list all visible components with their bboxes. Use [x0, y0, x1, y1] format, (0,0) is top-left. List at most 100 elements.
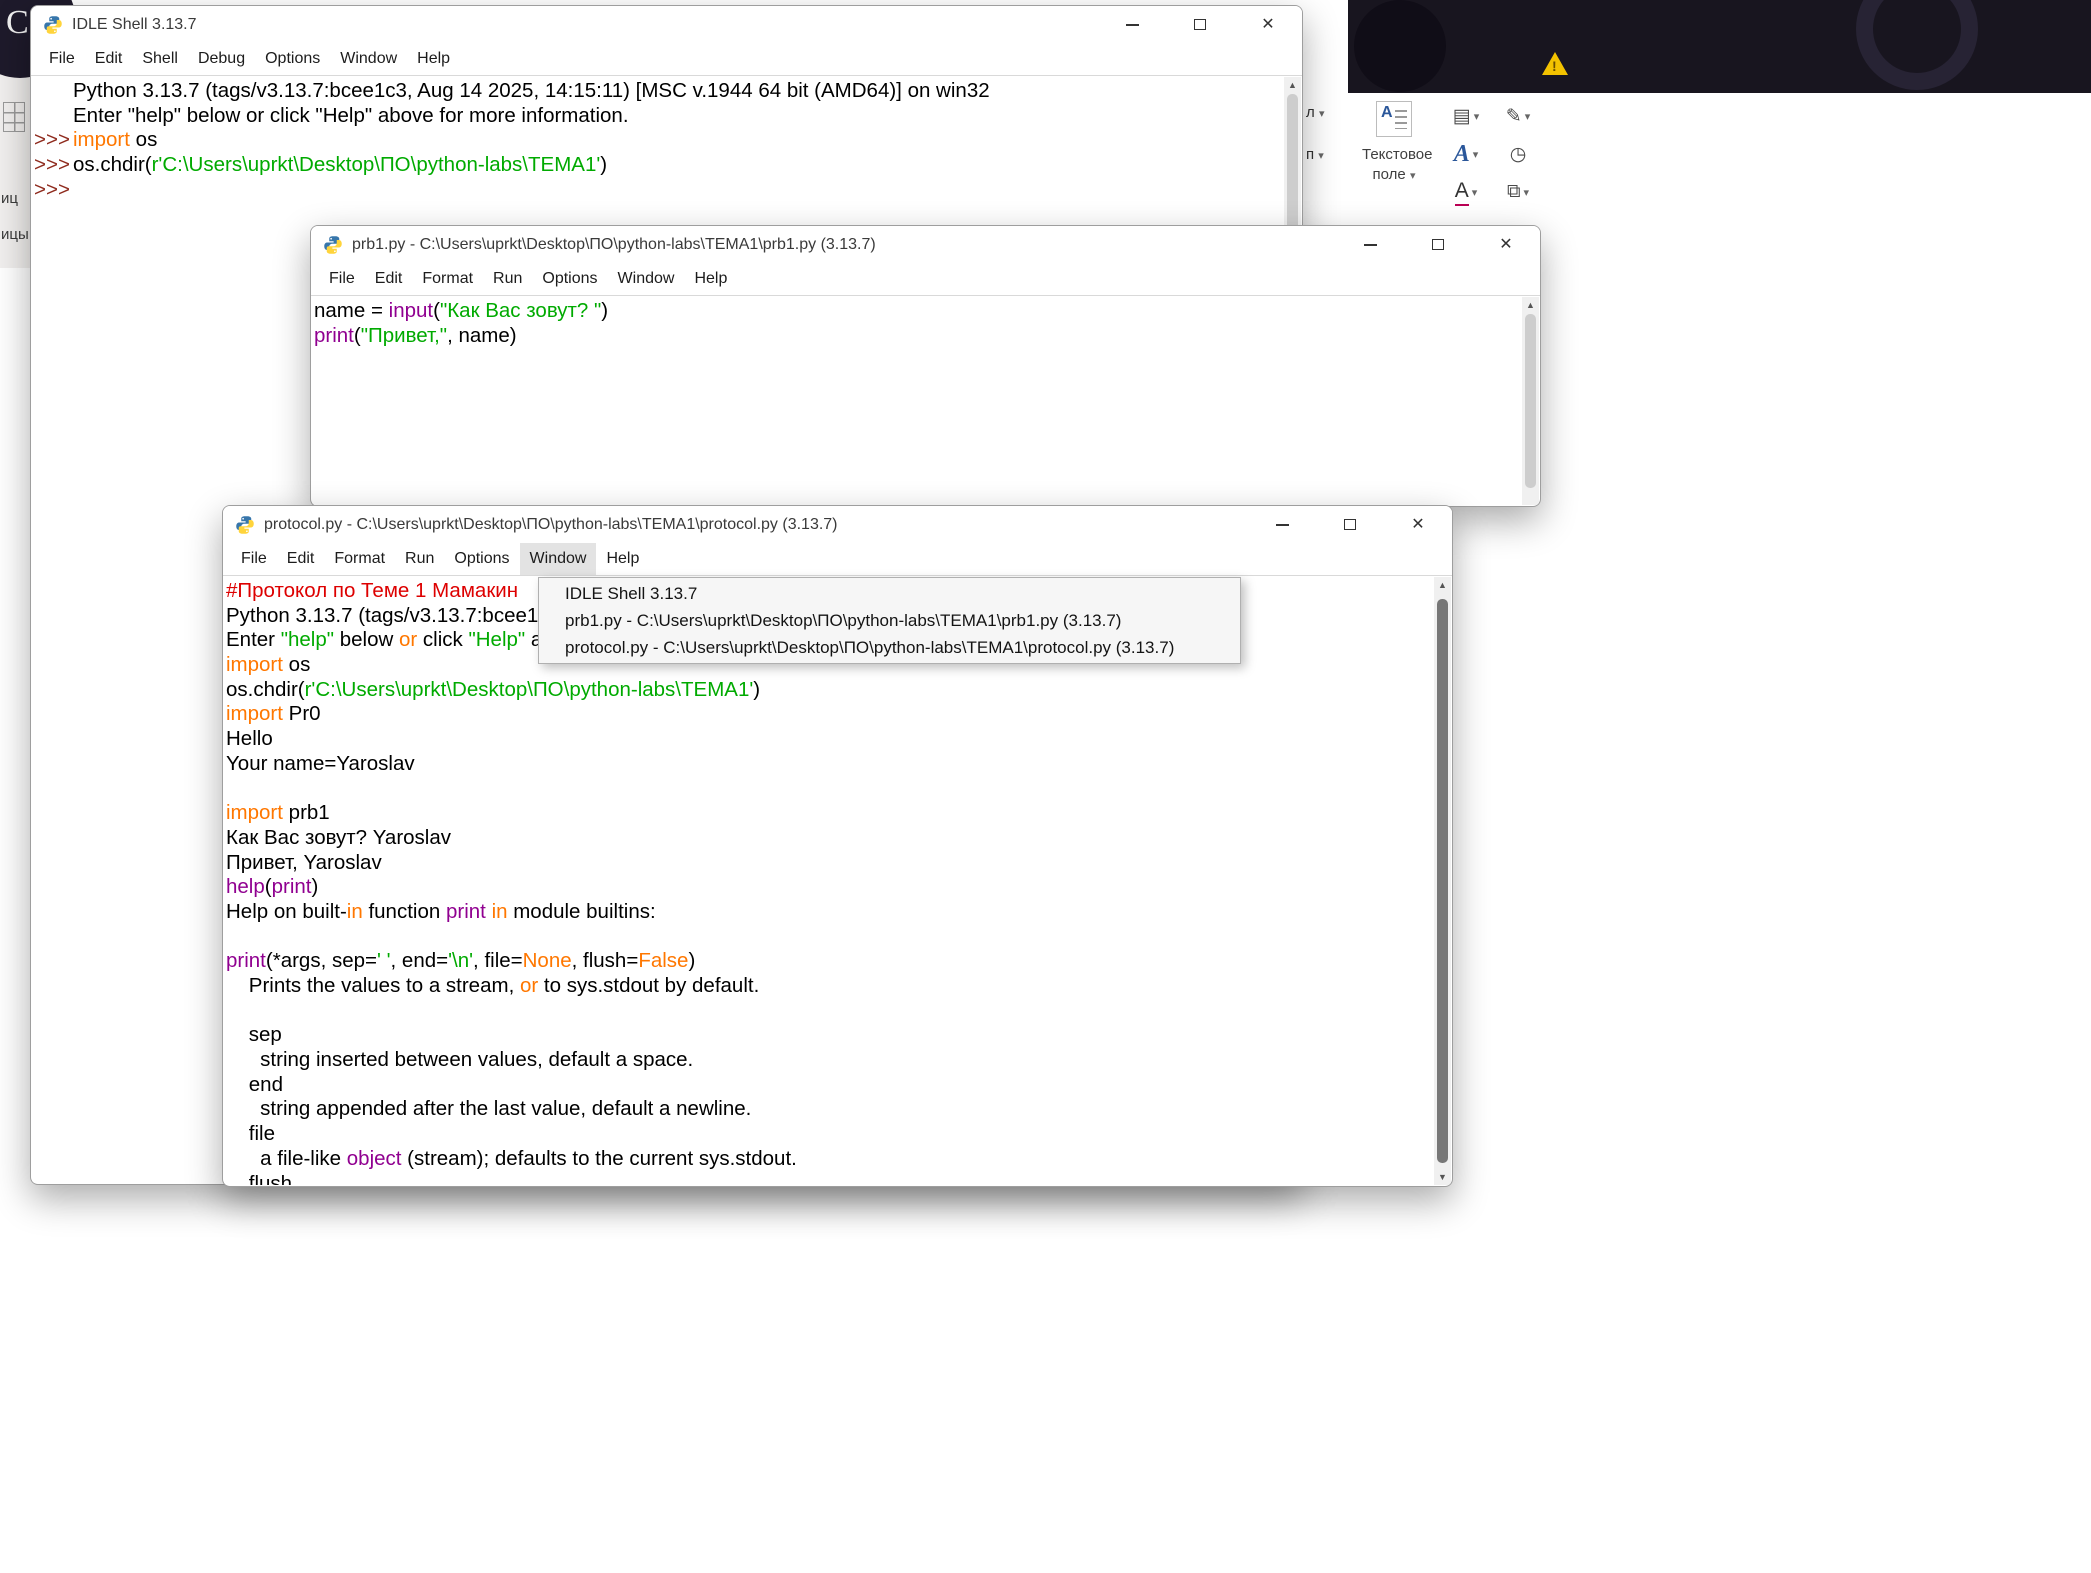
menu-edit[interactable]: Edit — [277, 543, 325, 575]
chevron-down-icon: ▾ — [1472, 186, 1478, 199]
maximize-icon — [1432, 239, 1444, 250]
shell-titlebar[interactable]: IDLE Shell 3.13.7 ✕ — [31, 6, 1302, 43]
close-icon: ✕ — [1261, 17, 1274, 33]
menu-options[interactable]: Options — [444, 543, 519, 575]
maximize-icon — [1344, 519, 1356, 530]
menu-format[interactable]: Format — [324, 543, 395, 575]
wordart-button[interactable]: A ▾ — [1440, 135, 1492, 173]
menu-help[interactable]: Help — [596, 543, 649, 575]
chevron-down-icon: ▾ — [1318, 150, 1324, 162]
menu-format[interactable]: Format — [412, 263, 483, 295]
minimize-icon — [1364, 244, 1377, 246]
menu-shell[interactable]: Shell — [132, 43, 188, 75]
chevron-down-icon: ▾ — [1473, 148, 1479, 161]
protocol-titlebar[interactable]: protocol.py - C:\Users\uprkt\Desktop\ПО\… — [223, 506, 1452, 543]
code-line: end — [224, 1073, 1434, 1098]
shell-prompt: >>> — [34, 153, 70, 178]
menu-edit[interactable]: Edit — [365, 263, 413, 295]
scroll-up-arrow[interactable]: ▲ — [1284, 77, 1301, 93]
drop-cap-button[interactable]: А ▾ — [1440, 173, 1492, 211]
close-button[interactable]: ✕ — [1384, 506, 1452, 543]
code-line — [224, 999, 1434, 1024]
minimize-button[interactable] — [1336, 226, 1404, 263]
chevron-down-icon: ▾ — [1319, 108, 1325, 120]
maximize-button[interactable] — [1404, 226, 1472, 263]
window-menu-dropdown: IDLE Shell 3.13.7prb1.py - C:\Users\uprk… — [538, 577, 1241, 664]
code-line: Как Вас зовут? Yaroslav — [224, 826, 1434, 851]
python-icon — [235, 515, 255, 535]
code-line: print("Привет,", name) — [312, 324, 1522, 349]
window-title: IDLE Shell 3.13.7 — [72, 16, 197, 34]
prb1-menubar: FileEditFormatRunOptionsWindowHelp — [311, 263, 1540, 296]
window-menu-item[interactable]: protocol.py - C:\Users\uprkt\Desktop\ПО\… — [539, 634, 1240, 661]
menu-run[interactable]: Run — [483, 263, 532, 295]
close-icon: ✕ — [1411, 517, 1424, 533]
app-logo-letter: C — [6, 4, 29, 42]
maximize-button[interactable] — [1166, 6, 1234, 43]
prb1-text-area[interactable]: name = input("Как Вас зовут? ")print("Пр… — [312, 297, 1522, 505]
cut-ribbon-label: л ▾ — [1306, 104, 1324, 121]
window-menu-item[interactable]: IDLE Shell 3.13.7 — [539, 580, 1240, 607]
menu-debug[interactable]: Debug — [188, 43, 255, 75]
menu-run[interactable]: Run — [395, 543, 444, 575]
menu-options[interactable]: Options — [255, 43, 330, 75]
text-box-button[interactable]: А Текстовое поле ▾ — [1362, 101, 1426, 186]
code-line: a file-like object (stream); defaults to… — [224, 1147, 1434, 1172]
menu-file[interactable]: File — [319, 263, 365, 295]
quick-parts-icon: ▤ — [1453, 105, 1471, 128]
chevron-down-icon: ▾ — [1410, 170, 1416, 182]
code-line: string inserted between values, default … — [224, 1048, 1434, 1073]
clock-icon: ◷ — [1510, 143, 1527, 166]
object-button[interactable]: ⧉ ▾ — [1492, 173, 1544, 211]
code-line: flush — [224, 1172, 1434, 1186]
window-menu-item[interactable]: prb1.py - C:\Users\uprkt\Desktop\ПО\pyth… — [539, 607, 1240, 634]
shell-prompt: >>> — [34, 178, 70, 203]
shell-prompt: >>> — [34, 128, 70, 153]
minimize-button[interactable] — [1248, 506, 1316, 543]
signature-line-button[interactable]: ✎ ▾ — [1492, 97, 1544, 135]
code-line: os.chdir(r'C:\Users\uprkt\Desktop\ПО\pyt… — [224, 678, 1434, 703]
menu-window[interactable]: Window — [520, 543, 597, 575]
code-line: help(print) — [224, 875, 1434, 900]
scroll-up-arrow[interactable]: ▲ — [1434, 577, 1451, 593]
object-icon: ⧉ — [1507, 181, 1521, 203]
text-box-label: Текстовое поле ▾ — [1362, 145, 1426, 186]
menu-file[interactable]: File — [231, 543, 277, 575]
code-line — [224, 925, 1434, 950]
prb1-titlebar[interactable]: prb1.py - C:\Users\uprkt\Desktop\ПО\pyth… — [311, 226, 1540, 263]
menu-help[interactable]: Help — [684, 263, 737, 295]
quick-parts-button[interactable]: ▤ ▾ — [1440, 97, 1492, 135]
maximize-button[interactable] — [1316, 506, 1384, 543]
scrollbar-thumb[interactable] — [1437, 599, 1448, 1163]
window-title: protocol.py - C:\Users\uprkt\Desktop\ПО\… — [264, 516, 838, 534]
signature-pen-icon: ✎ — [1506, 105, 1522, 128]
python-icon — [43, 15, 63, 35]
warning-icon: ! — [1542, 52, 1568, 75]
code-line: Help on built-in function print in modul… — [224, 900, 1434, 925]
prb1-scrollbar[interactable]: ▲ — [1522, 297, 1539, 505]
menu-file[interactable]: File — [39, 43, 85, 75]
wordart-icon: A — [1454, 141, 1470, 168]
protocol-scrollbar[interactable]: ▲ ▼ — [1434, 577, 1451, 1185]
menu-help[interactable]: Help — [407, 43, 460, 75]
date-time-button[interactable]: ◷ — [1492, 135, 1544, 173]
scroll-down-arrow[interactable]: ▼ — [1434, 1169, 1451, 1185]
menu-options[interactable]: Options — [532, 263, 607, 295]
chevron-down-icon: ▾ — [1474, 110, 1480, 123]
close-button[interactable]: ✕ — [1472, 226, 1540, 263]
ribbon-mini-buttons: ▤ ▾ ✎ ▾ A ▾ ◷ А ▾ ⧉ ▾ — [1440, 97, 1544, 211]
menu-window[interactable]: Window — [330, 43, 407, 75]
protocol-text-area[interactable]: #Протокол по Теме 1 МамакинPython 3.13.7… — [224, 577, 1434, 1185]
code-line: Привет, Yaroslav — [224, 851, 1434, 876]
code-line: >>> — [32, 178, 1284, 203]
scroll-up-arrow[interactable]: ▲ — [1522, 297, 1539, 313]
minimize-button[interactable] — [1098, 6, 1166, 43]
scrollbar-thumb[interactable] — [1525, 314, 1536, 488]
menu-window[interactable]: Window — [608, 263, 685, 295]
code-line: name = input("Как Вас зовут? ") — [312, 299, 1522, 324]
code-line — [224, 777, 1434, 802]
close-button[interactable]: ✕ — [1234, 6, 1302, 43]
minimize-icon — [1126, 24, 1139, 26]
menu-edit[interactable]: Edit — [85, 43, 133, 75]
code-line: file — [224, 1122, 1434, 1147]
